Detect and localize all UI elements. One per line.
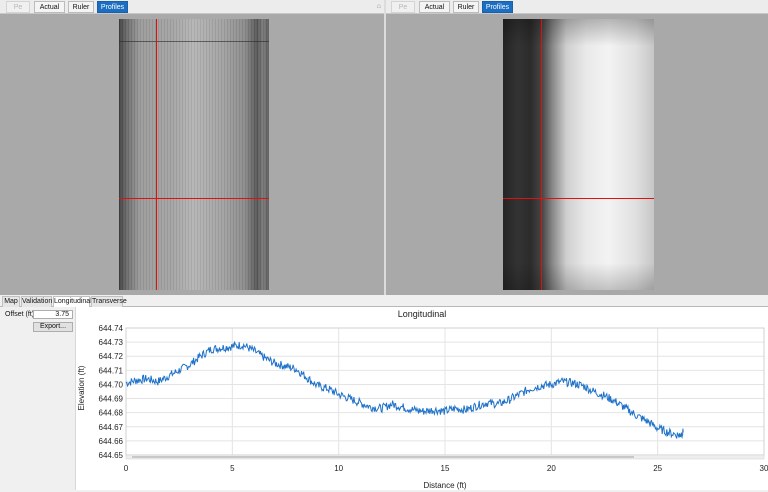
longitudinal-chart: Longitudinal Elevation (ft) Distance (ft… [76,307,768,490]
x-axis-label: Distance (ft) [423,481,466,490]
crosshair-horizontal[interactable] [119,198,269,199]
export-button[interactable]: Export... [33,322,73,332]
horizontal-scrollbar[interactable] [125,454,765,460]
crosshair-vertical[interactable] [156,19,157,290]
x-tick-label: 30 [760,464,768,473]
right-pe-button[interactable]: Pe [391,1,415,13]
y-axis-ticks: 644.65 644.66 644.67 644.68 644.69 644.70 644.… [99,324,124,460]
chart-title: Longitudinal [398,309,447,319]
y-tick-label: 644.67 [99,423,124,432]
right-intensity-image[interactable] [503,19,654,290]
offset-label: Offset (ft) [5,311,35,318]
offset-input[interactable]: 3.75 [33,310,73,319]
bottom-tab-strip: Map Validation Longitudinal Transverse [0,295,768,308]
y-tick-label: 644.68 [99,409,124,418]
scrollbar-thumb[interactable] [132,456,634,458]
chart-grid [125,327,765,456]
y-tick-label: 644.71 [99,366,124,375]
y-tick-label: 644.72 [99,352,124,361]
left-image-pane[interactable]: Pe Actual Ruler Profiles ⌂ [0,0,384,295]
x-tick-label: 0 [124,464,129,473]
x-tick-label: 25 [653,464,662,473]
left-pavement-image[interactable] [119,19,269,290]
right-ruler-button[interactable]: Ruler [453,1,479,13]
x-axis-ticks: 0 5 10 15 20 25 30 [124,464,768,473]
tab-map[interactable]: Map [2,296,20,307]
pin-icon[interactable]: ⌂ [377,2,381,12]
x-tick-label: 5 [230,464,235,473]
y-tick-label: 644.73 [99,338,124,347]
y-tick-label: 644.66 [99,437,124,446]
right-image-pane[interactable]: Pe Actual Ruler Profiles [386,0,768,295]
tab-validation[interactable]: Validation [21,296,52,307]
longitudinal-chart-svg: Longitudinal Elevation (ft) Distance (ft… [77,309,768,490]
y-tick-label: 644.70 [99,380,124,389]
right-profiles-button[interactable]: Profiles [482,1,513,13]
right-toolbar: Pe Actual Ruler Profiles [386,0,768,14]
pavement-joint [119,41,269,42]
x-tick-label: 15 [441,464,450,473]
x-tick-label: 20 [547,464,556,473]
tab-transverse[interactable]: Transverse [91,296,127,307]
y-tick-label: 644.74 [99,324,124,333]
crosshair-vertical[interactable] [541,19,542,290]
left-pe-button[interactable]: Pe [6,1,30,13]
left-ruler-button[interactable]: Ruler [68,1,94,13]
crosshair-horizontal[interactable] [503,198,654,199]
left-actual-button[interactable]: Actual [34,1,65,13]
y-tick-label: 644.65 [99,451,124,460]
left-toolbar: Pe Actual Ruler Profiles ⌂ [0,0,384,14]
y-axis-label: Elevation (ft) [77,365,86,410]
left-profiles-button[interactable]: Profiles [97,1,128,13]
profile-options-panel: Offset (ft) 3.75 Export... [0,307,76,490]
y-tick-label: 644.69 [99,395,124,404]
x-tick-label: 10 [334,464,343,473]
right-actual-button[interactable]: Actual [419,1,450,13]
